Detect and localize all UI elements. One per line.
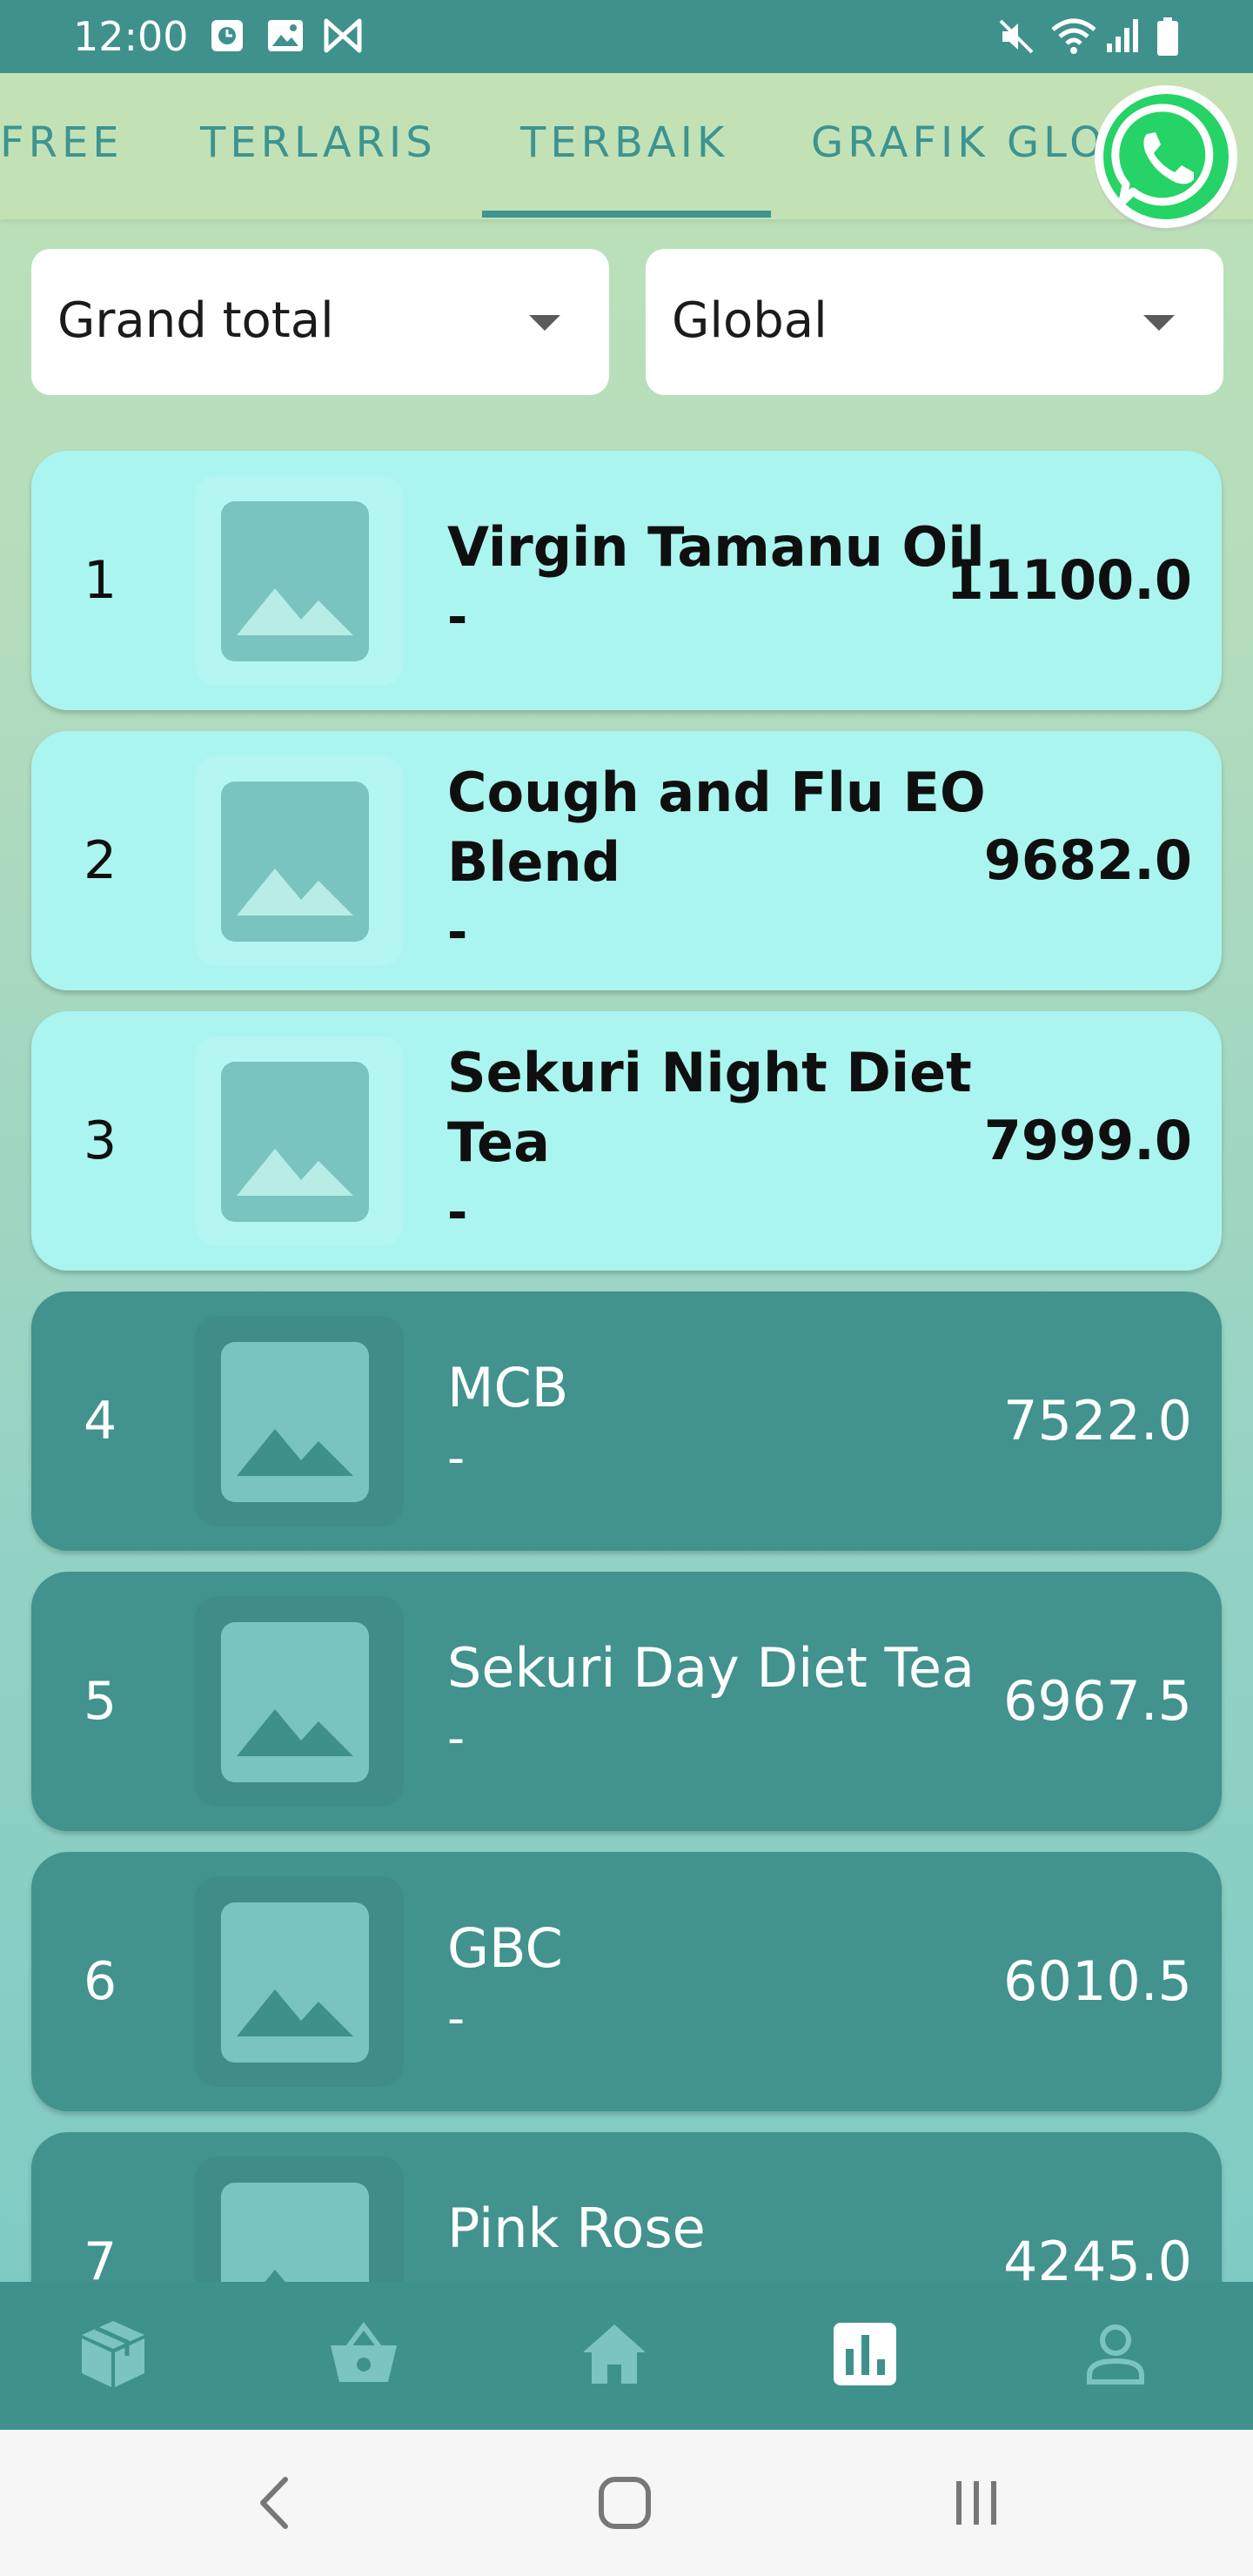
rank-number: 5 [84, 1671, 117, 1732]
product-subtitle: - [447, 1430, 466, 1486]
ranking-item[interactable]: 1 Virgin Tamanu Oil - 11100.0 [31, 451, 1222, 710]
m-logo-icon [324, 18, 362, 53]
battery-icon [1157, 17, 1178, 56]
product-score: 7999.0 [983, 1109, 1192, 1172]
rank-number: 1 [84, 550, 117, 611]
product-thumbnail [195, 1876, 404, 2087]
product-score: 6967.5 [1003, 1669, 1192, 1733]
package-icon [82, 2321, 144, 2387]
product-score: 7522.0 [1003, 1389, 1192, 1452]
ranking-item[interactable]: 2 Cough and Flu EO Blend - 9682.0 [31, 731, 1222, 990]
clock-icon [211, 20, 243, 51]
product-name: MCB [447, 1356, 569, 1419]
scope-select-value: Global [672, 292, 828, 349]
tab-terbaik[interactable]: TERBAIK [520, 118, 728, 179]
product-thumbnail [195, 1596, 404, 1807]
nav-home[interactable] [562, 2306, 667, 2402]
product-thumbnail [195, 1036, 404, 1246]
metric-select[interactable]: Grand total [31, 249, 609, 395]
chevron-down-icon [1143, 315, 1175, 331]
product-subtitle: - [447, 2269, 1004, 2282]
product-subtitle: - [447, 589, 468, 646]
image-icon [268, 20, 303, 51]
product-score: 9682.0 [983, 828, 1192, 892]
ranking-item[interactable]: 5 Sekuri Day Diet Tea - 6967.5 [31, 1572, 1222, 1831]
whatsapp-icon[interactable] [1091, 82, 1241, 231]
product-name: Sekuri Day Diet Tea [447, 1636, 975, 1700]
system-home-button[interactable] [581, 2459, 668, 2546]
image-placeholder-icon [237, 588, 353, 635]
rank-number: 2 [84, 830, 117, 891]
product-score: 6010.5 [1003, 1949, 1192, 2013]
scope-select[interactable]: Global [646, 249, 1223, 395]
chart-icon [834, 2323, 896, 2385]
bottom-navigation [0, 2282, 1253, 2430]
ranking-list[interactable]: 1 Virgin Tamanu Oil - 11100.0 2 Cough an… [0, 435, 1253, 2282]
product-subtitle: - [447, 1710, 466, 1767]
recents-icon [956, 2481, 996, 2525]
tab-free[interactable]: FREE [0, 118, 124, 179]
product-thumbnail [195, 475, 404, 686]
image-placeholder-icon [237, 1149, 353, 1196]
status-time: 12:00 [73, 13, 189, 60]
ranking-item[interactable]: 4 MCB - 7522.0 [31, 1291, 1222, 1551]
image-placeholder-icon [237, 1709, 353, 1756]
metric-select-value: Grand total [57, 292, 334, 349]
ranking-item[interactable]: 7 Pink Rose - 4245.0 [31, 2132, 1222, 2282]
rank-number: 4 [84, 1391, 117, 1452]
ranking-item[interactable]: 3 Sekuri Night Diet Tea - 7999.0 [31, 1011, 1222, 1271]
image-placeholder-icon [237, 869, 353, 916]
product-name: Virgin Tamanu Oil [447, 515, 985, 579]
product-subtitle: - [447, 1184, 468, 1241]
nav-ranking[interactable] [813, 2306, 917, 2402]
product-thumbnail [195, 2157, 404, 2282]
ranking-item[interactable]: 6 GBC - 6010.5 [31, 1852, 1222, 2111]
product-score: 4245.0 [1003, 2230, 1192, 2282]
nav-profile[interactable] [1063, 2306, 1168, 2402]
rank-number: 3 [84, 1110, 117, 1171]
chevron-down-icon [529, 315, 560, 331]
home-icon [583, 2324, 646, 2384]
nav-cart[interactable] [312, 2306, 416, 2402]
product-thumbnail [195, 1316, 404, 1526]
mute-icon [999, 19, 1034, 54]
product-name: Cough and Flu EO Blend [447, 761, 986, 894]
basket-icon [331, 2322, 397, 2382]
image-placeholder-icon [237, 1989, 353, 2036]
product-name: Sekuri Night Diet Tea [447, 1041, 972, 1174]
category-tab-bar: FREE TERLARIS TERBAIK GRAFIK GLOBAL [0, 73, 1253, 219]
rank-number: 7 [84, 2231, 117, 2282]
person-icon [1087, 2324, 1144, 2385]
tab-terlaris[interactable]: TERLARIS [200, 118, 437, 179]
wifi-icon [1051, 18, 1096, 54]
selected-tab-indicator [482, 211, 771, 218]
nav-products[interactable] [61, 2306, 165, 2402]
image-placeholder-icon [265, 2270, 318, 2282]
status-bar: 12:00 [0, 0, 1253, 73]
signal-icon [1107, 19, 1138, 52]
system-navigation-bar [0, 2430, 1253, 2576]
home-button-icon [599, 2477, 651, 2529]
image-placeholder-icon [237, 1429, 353, 1476]
product-subtitle: - [447, 904, 468, 961]
product-subtitle: - [447, 1990, 466, 2047]
product-name: Pink Rose [447, 2197, 706, 2260]
product-name: GBC [447, 1916, 563, 1980]
back-icon [260, 2477, 288, 2529]
rank-number: 6 [84, 1951, 117, 2012]
system-recents-button[interactable] [933, 2459, 1020, 2546]
product-score: 11100.0 [946, 548, 1192, 612]
system-back-button[interactable] [231, 2459, 318, 2546]
product-thumbnail [195, 755, 404, 966]
